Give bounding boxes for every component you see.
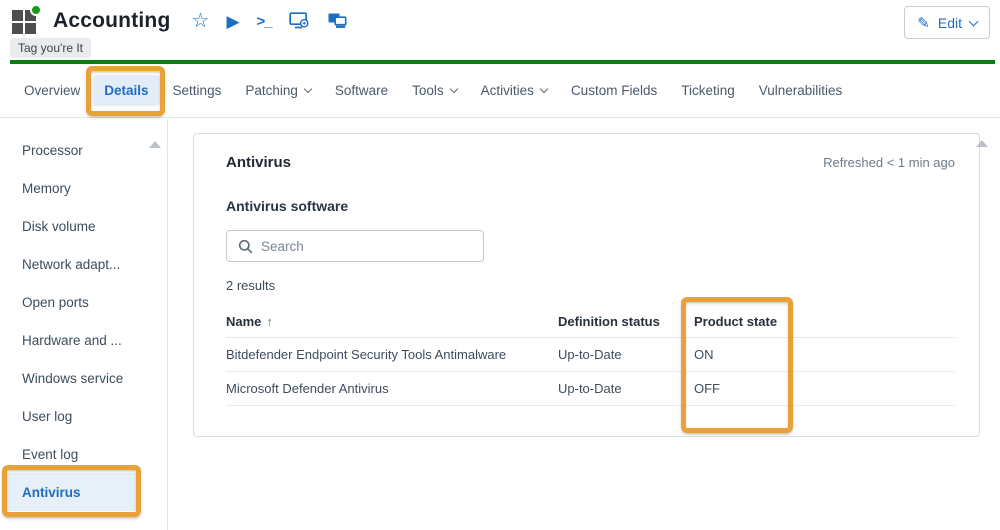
edit-button-label: Edit [937,14,962,31]
column-header-product-state[interactable]: Product state [694,314,955,329]
tab-ticketing[interactable]: Ticketing [670,75,746,106]
favorite-star-icon[interactable]: ☆ [192,11,210,31]
chevron-down-icon [303,84,313,94]
sidebar-item-disk-volume[interactable]: Disk volume [0,207,140,245]
table-header-row: Name ↑ Definition status Product state [226,305,955,338]
tab-tools[interactable]: Tools [401,75,468,106]
sort-ascending-icon: ↑ [266,313,273,329]
chevron-down-icon [539,84,549,94]
tab-overview[interactable]: Overview [13,75,91,106]
online-status-dot [30,4,42,16]
sidebar-item-hardware[interactable]: Hardware and ... [0,321,140,359]
pencil-icon: ✎ [917,14,930,32]
device-header: Accounting ☆ ▶ >_ Tag you're It ✎ Edit [0,0,1000,60]
content-scroll-up-arrow[interactable] [976,140,988,147]
search-icon [238,239,253,253]
panel-title: Antivirus [226,154,292,171]
tab-software[interactable]: Software [324,75,399,106]
sidebar-scroll-up-arrow[interactable] [149,141,161,148]
search-box [226,230,484,262]
sidebar-item-user-log[interactable]: User log [0,397,140,435]
tab-settings[interactable]: Settings [162,75,233,106]
cell-definition-status: Up-to-Date [558,347,622,362]
cell-product-state: ON [694,347,714,362]
remote-support-icon[interactable] [288,12,310,30]
cell-name: Bitdefender Endpoint Security Tools Anti… [226,347,507,362]
cell-definition-status: Up-to-Date [558,381,622,396]
antivirus-table: Name ↑ Definition status Product state B… [226,305,955,406]
details-sidebar: Processor Memory Disk volume Network ada… [0,119,168,530]
results-count: 2 results [226,278,276,293]
edit-button[interactable]: ✎ Edit [904,6,990,39]
tab-vulnerabilities[interactable]: Vulnerabilities [748,75,854,106]
tab-activities[interactable]: Activities [470,75,558,106]
chevron-down-icon [968,16,979,26]
windows-logo-icon [12,4,42,34]
chevron-down-icon [449,84,458,94]
sidebar-item-open-ports[interactable]: Open ports [0,283,140,321]
sidebar-item-processor[interactable]: Processor [0,131,140,169]
tab-bar: Overview Details Settings Patching Softw… [0,64,1000,118]
cell-product-state: OFF [694,381,720,396]
antivirus-panel: Antivirus Refreshed < 1 min ago Antiviru… [193,133,980,437]
tab-patching[interactable]: Patching [234,75,322,106]
device-title: Accounting [53,9,171,32]
tab-details[interactable]: Details [93,75,160,106]
terminal-icon[interactable]: >_ [257,14,273,29]
refreshed-timestamp: Refreshed < 1 min ago [823,155,955,170]
sidebar-item-event-log[interactable]: Event log [0,435,140,473]
column-header-definition-status[interactable]: Definition status [558,314,694,329]
section-title: Antivirus software [226,198,349,214]
search-input[interactable] [253,231,483,261]
table-row: Bitdefender Endpoint Security Tools Anti… [226,338,955,372]
sidebar-item-windows-service[interactable]: Windows service [0,359,140,397]
device-page: Accounting ☆ ▶ >_ Tag you're It ✎ Edit O… [0,0,1000,530]
column-header-name[interactable]: Name ↑ [226,314,558,329]
device-tag[interactable]: Tag you're It [10,38,91,58]
table-row: Microsoft Defender Antivirus Up-to-Date … [226,372,955,406]
sidebar-item-network-adapters[interactable]: Network adapt... [0,245,140,283]
cell-name: Microsoft Defender Antivirus [226,381,389,396]
remote-desktop-icon[interactable] [327,12,348,30]
run-play-icon[interactable]: ▶ [226,13,239,30]
sidebar-item-antivirus[interactable]: Antivirus [4,473,138,511]
sidebar-item-memory[interactable]: Memory [0,169,140,207]
tab-custom-fields[interactable]: Custom Fields [560,75,668,106]
